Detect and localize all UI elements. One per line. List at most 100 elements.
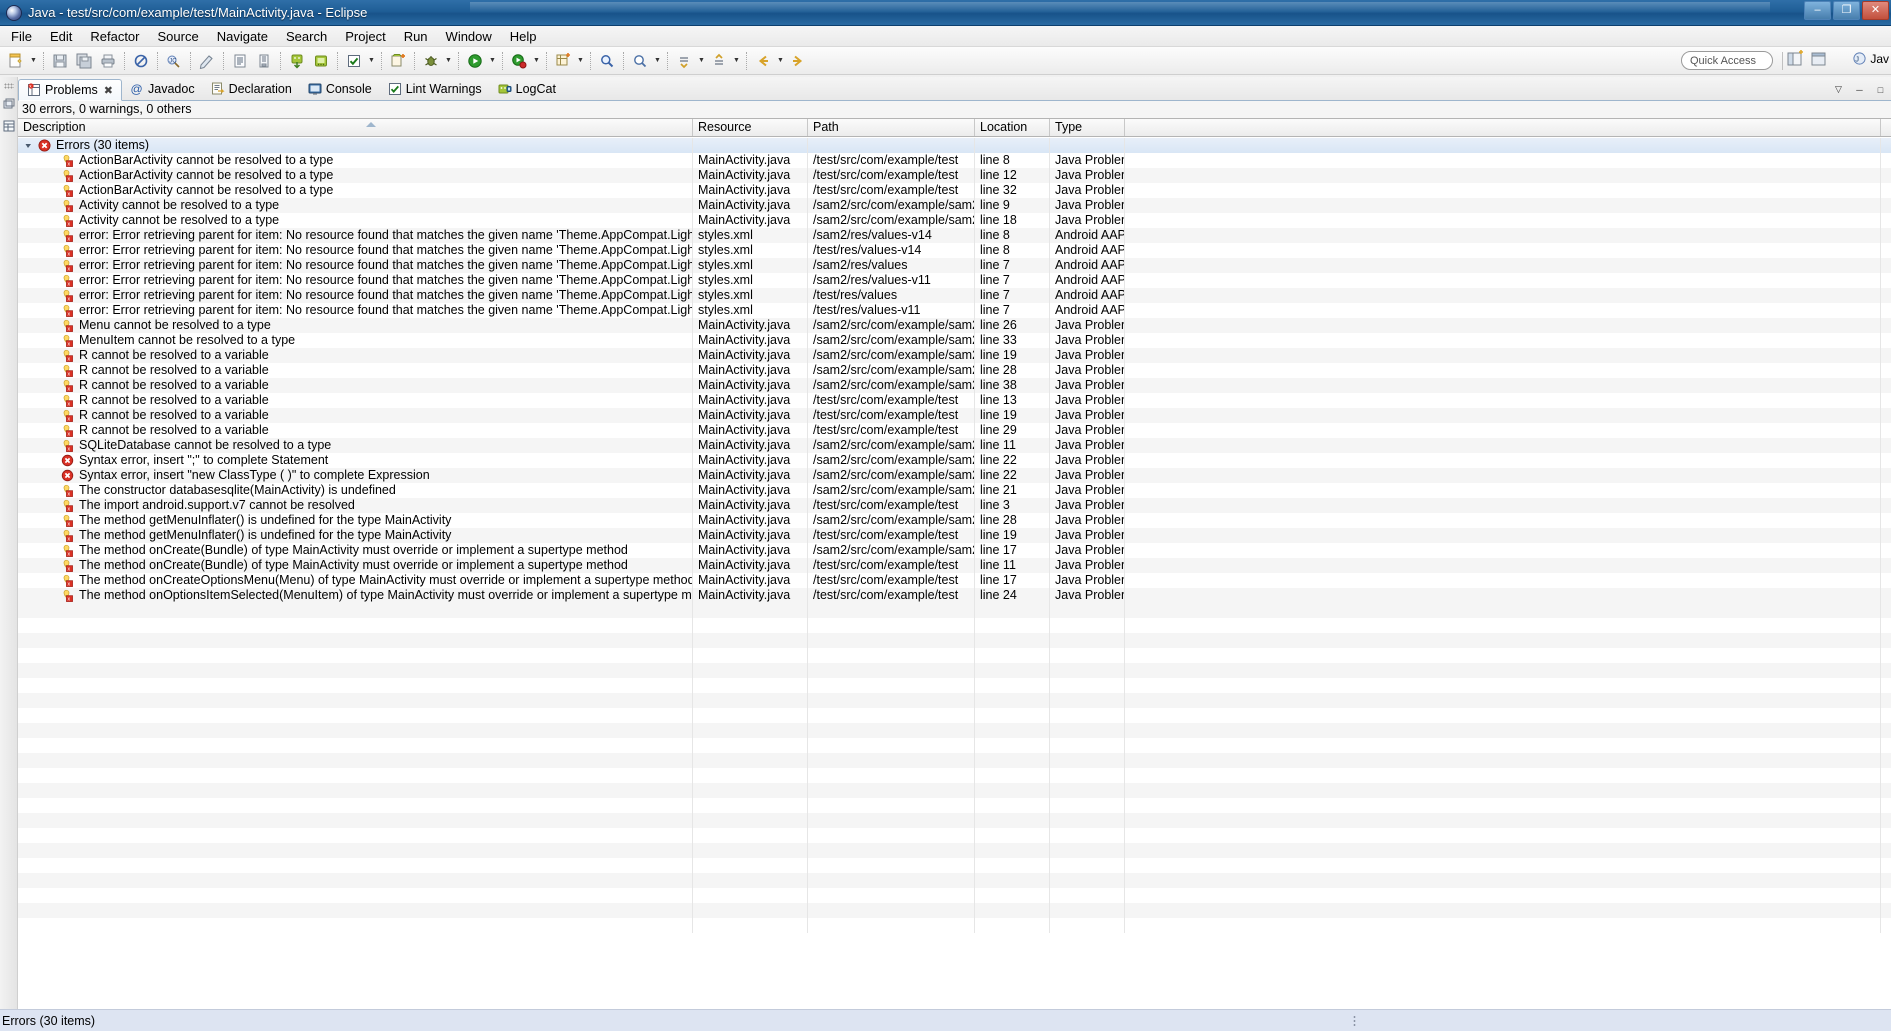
android-avd-manager-icon[interactable] — [310, 50, 332, 72]
status-resize-grip[interactable] — [1353, 1015, 1356, 1027]
table-row[interactable]: x The method getMenuInflater() is undefin… — [18, 513, 1891, 528]
run-external-icon[interactable] — [508, 50, 530, 72]
android-sdk-manager-icon[interactable] — [286, 50, 308, 72]
column-header-type[interactable]: Type — [1050, 119, 1125, 136]
debug-dropdown-icon[interactable]: ▼ — [443, 50, 454, 72]
menu-item-edit[interactable]: Edit — [41, 27, 81, 46]
close-button[interactable]: ✕ — [1862, 1, 1889, 20]
tab-declaration[interactable]: Declaration — [203, 78, 300, 100]
new-java-package-icon[interactable] — [253, 50, 275, 72]
tab-logcat[interactable]: LogCat — [490, 78, 564, 100]
maximize-view-icon[interactable]: □ — [1874, 83, 1887, 96]
group-expander-icon[interactable] — [24, 141, 33, 150]
forward-icon[interactable] — [787, 50, 809, 72]
table-row[interactable]: x R cannot be resolved to a variable MainA… — [18, 423, 1891, 438]
menu-item-help[interactable]: Help — [501, 27, 546, 46]
table-row[interactable]: x R cannot be resolved to a variable MainA… — [18, 408, 1891, 423]
perspective-chooser-icon[interactable] — [1810, 50, 1831, 71]
new-wizard-icon[interactable] — [5, 50, 27, 72]
new-java-class-icon[interactable] — [229, 50, 251, 72]
back-dropdown-icon[interactable]: ▼ — [775, 50, 786, 72]
debug-icon[interactable] — [420, 50, 442, 72]
run-external-dropdown-icon[interactable]: ▼ — [531, 50, 542, 72]
table-row[interactable]: x ActionBarActivity cannot be resolved to… — [18, 168, 1891, 183]
table-row[interactable]: x error: Error retrieving parent for item… — [18, 228, 1891, 243]
next-annotation-dropdown-icon[interactable]: ▼ — [696, 50, 707, 72]
table-row[interactable]: x ActionBarActivity cannot be resolved to… — [18, 153, 1891, 168]
table-row[interactable]: Syntax error, insert ";" to complete Sta… — [18, 453, 1891, 468]
perspective-java-button[interactable]: J Jav — [1852, 51, 1889, 66]
quick-access-input[interactable]: Quick Access — [1681, 51, 1773, 70]
menu-item-file[interactable]: File — [2, 27, 41, 46]
new-android-project-icon[interactable] — [387, 50, 409, 72]
run-icon[interactable] — [464, 50, 486, 72]
column-header-location[interactable]: Location — [975, 119, 1050, 136]
new-java-project-icon[interactable] — [552, 50, 574, 72]
menu-item-project[interactable]: Project — [336, 27, 394, 46]
next-annotation-icon[interactable] — [673, 50, 695, 72]
menu-item-source[interactable]: Source — [149, 27, 208, 46]
table-row[interactable]: x error: Error retrieving parent for item… — [18, 288, 1891, 303]
problems-fastview-icon[interactable] — [2, 119, 16, 133]
table-row[interactable]: x Menu cannot be resolved to a type MainAc… — [18, 318, 1891, 333]
menu-item-navigate[interactable]: Navigate — [208, 27, 277, 46]
table-row[interactable]: x error: Error retrieving parent for item… — [18, 303, 1891, 318]
menu-item-window[interactable]: Window — [437, 27, 501, 46]
table-row[interactable]: x R cannot be resolved to a variable MainA… — [18, 378, 1891, 393]
print-icon[interactable] — [97, 50, 119, 72]
run-dropdown-icon[interactable]: ▼ — [487, 50, 498, 72]
new-wizard-dropdown-icon[interactable]: ▼ — [28, 50, 39, 72]
open-resource-dropdown-icon[interactable]: ▼ — [652, 50, 663, 72]
table-row[interactable]: x The method getMenuInflater() is undefin… — [18, 528, 1891, 543]
minimize-view-icon[interactable]: ─ — [1853, 83, 1866, 96]
toggle-link-icon[interactable] — [130, 50, 152, 72]
table-row[interactable]: x error: Error retrieving parent for item… — [18, 273, 1891, 288]
tab-console[interactable]: Console — [300, 78, 380, 100]
table-row[interactable]: x R cannot be resolved to a variable MainA… — [18, 393, 1891, 408]
table-row[interactable]: x Activity cannot be resolved to a type Ma… — [18, 198, 1891, 213]
column-header-path[interactable]: Path — [808, 119, 975, 136]
table-row[interactable]: x The constructor databasesqlite(MainActi… — [18, 483, 1891, 498]
table-row[interactable]: x SQLiteDatabase cannot be resolved to a … — [18, 438, 1891, 453]
table-row[interactable]: x The method onOptionsItemSelected(MenuIt… — [18, 588, 1891, 603]
search-icon[interactable] — [596, 50, 618, 72]
menu-item-run[interactable]: Run — [395, 27, 437, 46]
table-row[interactable]: x The method onCreateOptionsMenu(Menu) of… — [18, 573, 1891, 588]
tab-close-icon[interactable]: ✖ — [104, 84, 113, 97]
previous-annotation-dropdown-icon[interactable]: ▼ — [731, 50, 742, 72]
check-dropdown-icon[interactable]: ▼ — [366, 50, 377, 72]
table-row[interactable]: x The method onCreate(Bundle) of type Mai… — [18, 543, 1891, 558]
menu-item-search[interactable]: Search — [277, 27, 336, 46]
table-row[interactable]: x Activity cannot be resolved to a type Ma… — [18, 213, 1891, 228]
new-java-project-dropdown-icon[interactable]: ▼ — [575, 50, 586, 72]
table-row[interactable]: x The method onCreate(Bundle) of type Mai… — [18, 558, 1891, 573]
view-menu-icon[interactable]: ▽ — [1832, 83, 1845, 96]
maximize-button[interactable]: ❐ — [1833, 1, 1860, 20]
column-header-resource[interactable]: Resource — [693, 119, 808, 136]
check-icon[interactable] — [343, 50, 365, 72]
table-row[interactable]: x R cannot be resolved to a variable MainA… — [18, 363, 1891, 378]
open-resource-icon[interactable] — [629, 50, 651, 72]
problems-group-row[interactable]: Errors (30 items) — [18, 138, 1891, 153]
open-type-icon[interactable]: JC — [163, 50, 185, 72]
save-all-icon[interactable] — [73, 50, 95, 72]
tab-javadoc[interactable]: @ Javadoc — [122, 78, 203, 100]
open-task-icon[interactable] — [196, 50, 218, 72]
table-row[interactable]: x MenuItem cannot be resolved to a type Ma… — [18, 333, 1891, 348]
table-row[interactable]: Syntax error, insert "new ClassType ( )"… — [18, 468, 1891, 483]
table-row[interactable]: x R cannot be resolved to a variable MainA… — [18, 348, 1891, 363]
restore-icon[interactable] — [2, 97, 16, 111]
minimize-button[interactable]: – — [1804, 1, 1831, 20]
menu-item-refactor[interactable]: Refactor — [81, 27, 148, 46]
open-perspective-icon[interactable] — [1786, 50, 1807, 71]
table-row[interactable]: x The import android.support.v7 cannot be… — [18, 498, 1891, 513]
column-header-description[interactable]: Description — [18, 119, 693, 136]
table-row[interactable]: x error: Error retrieving parent for item… — [18, 243, 1891, 258]
back-icon[interactable] — [752, 50, 774, 72]
table-row[interactable]: x error: Error retrieving parent for item… — [18, 258, 1891, 273]
previous-annotation-icon[interactable] — [708, 50, 730, 72]
save-icon[interactable] — [49, 50, 71, 72]
tab-problems[interactable]: x Problems ✖ — [18, 79, 123, 101]
fastview-grip[interactable] — [3, 83, 14, 89]
column-header-spacer[interactable] — [1125, 119, 1881, 136]
